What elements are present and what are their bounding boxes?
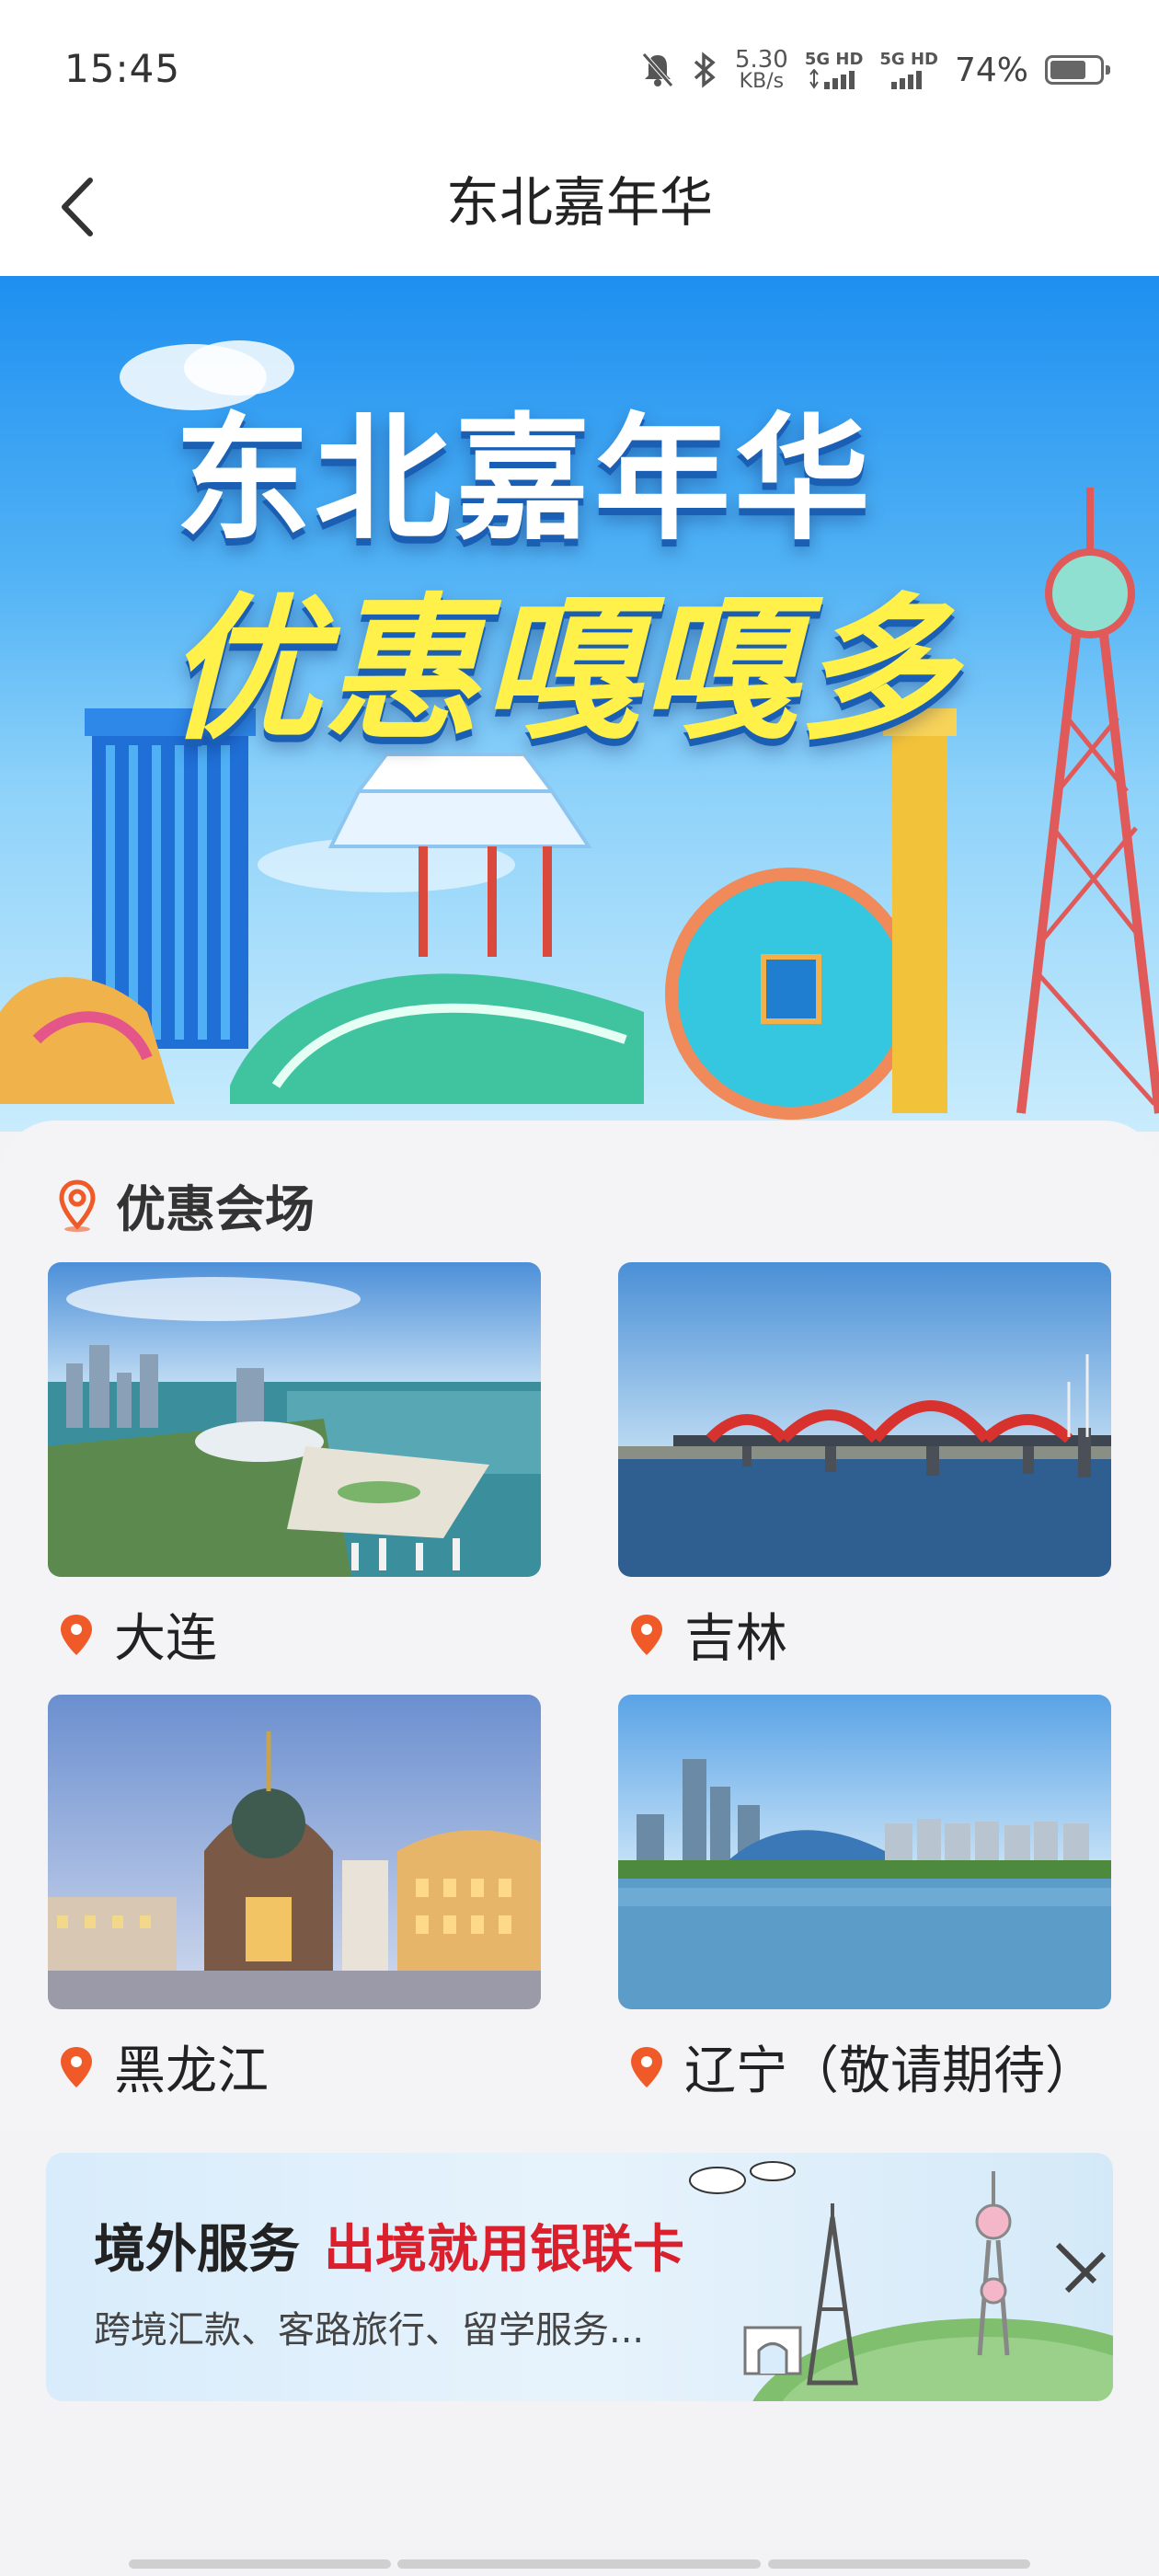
sim2-label: 5G HD [879, 50, 938, 69]
city-card-dalian[interactable]: 大连 [48, 1262, 541, 1672]
banner-subtitle: 优惠嘎嘎多 [166, 580, 958, 762]
section-header: 优惠会场 [57, 1168, 315, 1241]
city-photo [618, 1695, 1111, 2009]
travel-landmarks-illustration [689, 2161, 1113, 2401]
city-name: 吉林 [684, 1609, 787, 1669]
network-speed: 5.30 KB/s [735, 48, 788, 92]
signal-bars-icon [891, 71, 923, 89]
sim2-signal: 5G HD [879, 51, 938, 89]
net-speed-value: 5.30 [734, 46, 788, 74]
city-card-jilin[interactable]: 吉林 [618, 1262, 1111, 1672]
overseas-service-banner[interactable]: 境外服务 出境就用银联卡 跨境汇款、客路旅行、留学服务... [46, 2153, 1113, 2401]
net-speed-unit: KB/s [739, 70, 785, 93]
city-caption: 辽宁（敬请期待） [618, 2030, 1111, 2104]
city-caption: 黑龙江 [48, 2030, 541, 2104]
city-name: 大连 [114, 1609, 217, 1669]
sim1-label: 5G HD [804, 50, 864, 69]
location-pin-icon [631, 1614, 662, 1655]
city-card-heilongjiang[interactable]: 黑龙江 [48, 1695, 541, 2104]
status-bar: 15:45 5.30 KB/s 5G HD 5G HD 74% [0, 0, 1159, 138]
sim1-signal: 5G HD [804, 50, 864, 89]
city-name: 黑龙江 [114, 2041, 269, 2101]
signal-bars-icon [809, 69, 855, 89]
location-pin-icon [631, 2046, 662, 2087]
overseas-title-text: 境外服务 [94, 2220, 300, 2280]
city-photo [48, 1262, 541, 1577]
city-name: 辽宁（敬请期待） [684, 2041, 1096, 2101]
status-icons: 5.30 KB/s 5G HD 5G HD 74% [641, 40, 1110, 99]
overseas-description: 跨境汇款、客路旅行、留学服务... [94, 2309, 645, 2352]
status-time: 15:45 [64, 46, 181, 91]
city-caption: 吉林 [618, 1597, 1111, 1672]
home-indicator-segment [397, 2559, 761, 2569]
overseas-highlight: 出境就用银联卡 [324, 2220, 684, 2280]
overseas-title: 境外服务 出境就用银联卡 [94, 2208, 684, 2283]
city-caption: 大连 [48, 1597, 541, 1672]
location-pin-icon [61, 1614, 92, 1655]
mute-bell-icon [641, 52, 674, 88]
city-photo [48, 1695, 541, 2009]
city-card-liaoning[interactable]: 辽宁（敬请期待） [618, 1695, 1111, 2104]
location-pin-outline-icon [59, 1179, 96, 1232]
city-photo [618, 1262, 1111, 1577]
battery-percent: 74% [954, 51, 1028, 89]
home-indicator-segment [768, 2559, 1030, 2569]
page-title: 东北嘉年华 [445, 171, 713, 234]
promo-banner[interactable]: 东北嘉年华 优惠嘎嘎多 [0, 276, 1159, 1132]
bluetooth-icon [691, 52, 718, 88]
location-pin-icon [61, 2046, 92, 2087]
section-title: 优惠会场 [116, 1180, 315, 1238]
banner-title: 东北嘉年华 [175, 400, 874, 558]
battery-icon [1045, 55, 1110, 85]
nav-header: 东北嘉年华 [0, 138, 1159, 276]
discount-venue-section: 优惠会场 大连 吉林 黑龙江 辽宁（敬请期待） [0, 1121, 1159, 2133]
home-indicator-segment [129, 2559, 391, 2569]
